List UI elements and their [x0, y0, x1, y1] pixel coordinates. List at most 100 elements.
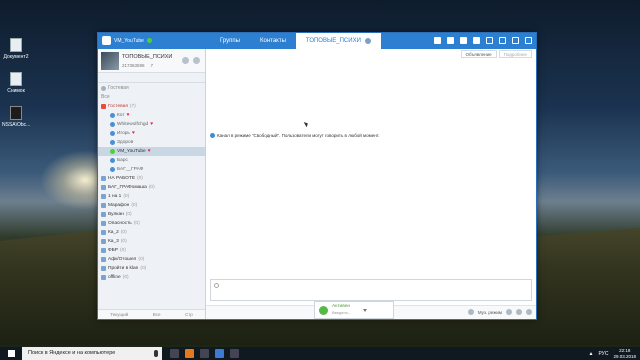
user-item-self[interactable]: VM_YouTube ♥: [98, 147, 205, 156]
channel-item[interactable]: offline (0): [98, 273, 205, 282]
user-item[interactable]: Здоров: [98, 138, 205, 147]
minimize-icon[interactable]: [499, 37, 506, 44]
online-status-icon: [146, 38, 152, 43]
mic-settings-icon[interactable]: [506, 309, 512, 315]
clock[interactable]: 22:18 29.03.2018: [613, 348, 636, 359]
filter-current[interactable]: Текущий: [110, 312, 128, 317]
emoji-icon[interactable]: [214, 283, 219, 288]
details-button[interactable]: Подробнее: [498, 50, 532, 58]
heart-icon: ♥: [126, 112, 130, 118]
heart-icon: ♥: [131, 130, 135, 136]
task-view-icon[interactable]: [170, 349, 179, 358]
channel-guest[interactable]: Гостевая (7): [98, 102, 205, 111]
bell-icon[interactable]: [460, 37, 467, 44]
app-chat-icon[interactable]: [215, 349, 224, 358]
channel-item[interactable]: Ка_3 (0): [98, 237, 205, 246]
language-indicator[interactable]: РУС: [598, 351, 608, 357]
channel-icon: [101, 248, 106, 253]
tab-room[interactable]: ТОПОВЫЕ_ПСИХИ: [295, 33, 381, 49]
network-icon[interactable]: ▲: [589, 351, 594, 357]
user-item[interactable]: Игорь ♥: [98, 129, 205, 138]
message-input[interactable]: [210, 279, 532, 301]
speak-mode-selector[interactable]: Активен Введено...: [314, 301, 394, 319]
profile-actions: [182, 57, 200, 64]
channel-item[interactable]: Вулкан (0): [98, 210, 205, 219]
app-folder-icon[interactable]: [185, 349, 194, 358]
channel-item[interactable]: Пройти в klan (0): [98, 264, 205, 273]
user-item[interactable]: БАГ__ГРАФ: [98, 165, 205, 174]
music-mode-button[interactable]: Муз. режим: [478, 310, 502, 315]
people-icon[interactable]: [473, 37, 480, 44]
channel-icon: [101, 212, 106, 217]
gear-icon[interactable]: [364, 38, 371, 44]
channel-item[interactable]: Афк/Отошел (0): [98, 255, 205, 264]
music-icon[interactable]: [467, 309, 474, 315]
app-store-icon[interactable]: [230, 349, 239, 358]
settings-icon[interactable]: [193, 57, 200, 64]
channel-item[interactable]: ФБР (0): [98, 246, 205, 255]
channel-item[interactable]: БАГ_ГРАФомаша (0): [98, 183, 205, 192]
channel-icon: [101, 221, 106, 226]
filter-all[interactable]: Все: [153, 312, 161, 317]
message-area[interactable]: Канал в режиме "Свободный". Пользователи…: [210, 61, 536, 269]
taskbar-apps: [170, 349, 239, 358]
speak-substatus: Введено...: [332, 310, 352, 315]
user-icon: [110, 149, 115, 154]
channel-item[interactable]: НА РАБОТЕ (0): [98, 174, 205, 183]
user-item[interactable]: Whitewolfchgd ♥: [98, 120, 205, 129]
room-member-count: 7: [150, 63, 154, 68]
channel-item[interactable]: Марафон (0): [98, 201, 205, 210]
room-name: ТОПОВЫЕ_ПСИХИ: [122, 54, 173, 60]
current-user-name: VM_YouTube: [114, 37, 144, 44]
channel-icon: [101, 257, 106, 262]
microphone-icon[interactable]: [154, 350, 158, 357]
voice-bar: Активен Введено... Муз. режим: [206, 301, 536, 319]
close-icon[interactable]: [525, 37, 532, 44]
guest-header[interactable]: Гостевая: [98, 84, 205, 93]
maximize-icon[interactable]: [512, 37, 519, 44]
gift-icon[interactable]: [434, 37, 441, 44]
tab-groups[interactable]: Группы: [210, 33, 250, 49]
document-icon: [10, 38, 22, 52]
add-user-icon[interactable]: [182, 57, 189, 64]
start-button[interactable]: [0, 347, 22, 360]
menu-icon[interactable]: [486, 37, 493, 44]
channel-item[interactable]: Ка_2 (0): [98, 228, 205, 237]
announcement-button[interactable]: Объявление: [460, 50, 497, 58]
channel-icon: [101, 275, 106, 280]
title-bar[interactable]: VM_YouTube Группы Контакты ТОПОВЫЕ_ПСИХИ: [98, 33, 536, 49]
volume-icon[interactable]: [516, 309, 522, 315]
user-item[interactable]: Кот ♥: [98, 111, 205, 120]
tab-contacts[interactable]: Контакты: [250, 33, 296, 49]
title-icons: [434, 37, 532, 44]
layout-icon[interactable]: [526, 309, 532, 315]
current-user[interactable]: VM_YouTube: [102, 36, 152, 45]
mouse-cursor-icon: [303, 120, 310, 128]
desktop-icon-screenshot[interactable]: Снимок: [2, 72, 30, 94]
chat-panel: Объявление Подробнее Канал в режиме "Сво…: [206, 49, 536, 305]
desktop-icon-document[interactable]: Документ2: [2, 38, 30, 60]
taskbar-search[interactable]: Поиск в Яндексе и на компьютере: [22, 347, 162, 360]
channel-icon: [101, 104, 106, 109]
user-item[interactable]: Барс: [98, 156, 205, 165]
channel-item[interactable]: 1 на 1 (0): [98, 192, 205, 201]
room-avatar[interactable]: [101, 52, 119, 70]
channel-item[interactable]: Опасность (0): [98, 219, 205, 228]
info-icon: [210, 133, 215, 138]
channel-search[interactable]: [98, 73, 205, 83]
app-media-icon[interactable]: [200, 349, 209, 358]
user-icon: [110, 140, 115, 145]
channel-icon: [101, 176, 106, 181]
user-icon: [110, 131, 115, 136]
channel-tree: Гостевая Все Гостевая (7) Кот ♥ Whitewolf…: [98, 83, 205, 282]
channel-icon: [101, 203, 106, 208]
taskbar: Поиск в Яндексе и на компьютере ▲ РУС 22…: [0, 347, 640, 360]
chevron-down-icon: [363, 308, 368, 312]
system-message: Канал в режиме "Свободный". Пользователи…: [210, 133, 380, 138]
gamepad-icon[interactable]: [447, 37, 454, 44]
user-icon: [110, 122, 115, 127]
filter-page[interactable]: Стр: [185, 312, 193, 317]
desktop-icon-app[interactable]: NSSA\Obc...: [2, 106, 30, 128]
screenshot-icon: [10, 72, 22, 86]
room-profile[interactable]: ТОПОВЫЕ_ПСИХИ 217363598 7: [98, 49, 205, 73]
